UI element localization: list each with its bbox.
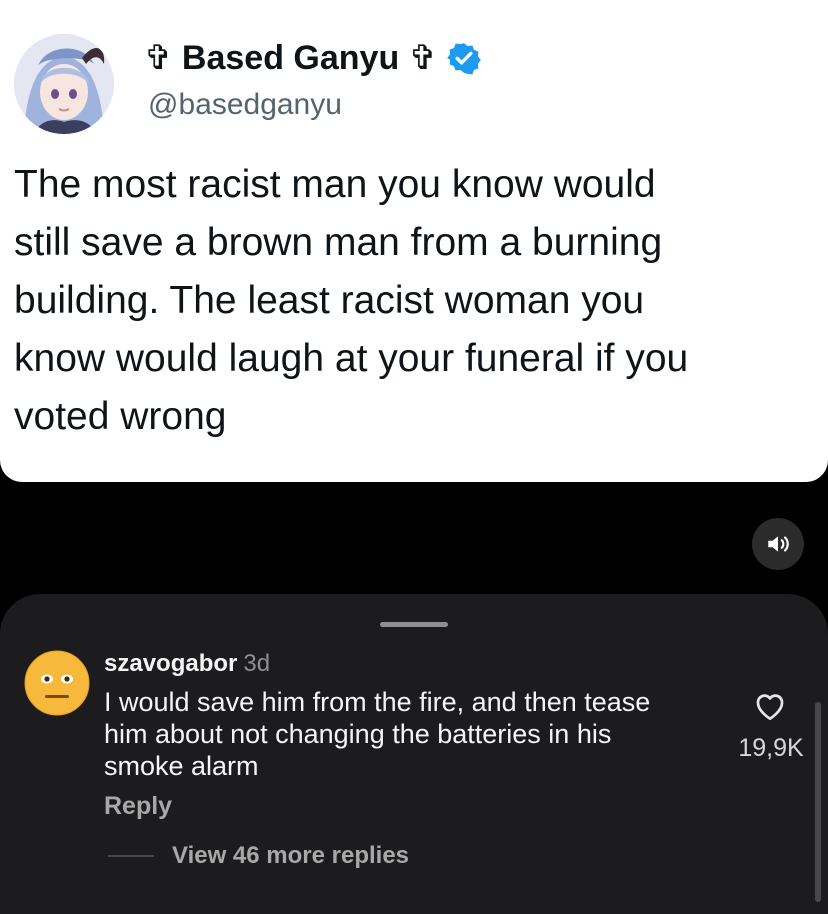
replies-divider xyxy=(108,855,154,857)
comment-text: I would save him from the fire, and then… xyxy=(104,687,651,781)
commenter-avatar[interactable] xyxy=(24,650,90,716)
view-replies-button[interactable]: View 46 more replies xyxy=(108,842,409,870)
like-count: 19,9K xyxy=(738,734,804,762)
heart-icon[interactable] xyxy=(752,688,788,724)
sound-toggle-button[interactable] xyxy=(752,518,804,570)
comment-meta: szavogabor 3d xyxy=(104,650,270,678)
comment-timestamp: 3d xyxy=(243,650,271,677)
anime-avatar-image xyxy=(14,34,114,134)
scrollbar[interactable] xyxy=(815,702,821,902)
author-avatar[interactable] xyxy=(14,34,114,134)
speaker-icon xyxy=(768,536,789,552)
reply-button[interactable]: Reply xyxy=(104,792,172,821)
verified-badge-icon xyxy=(447,43,482,75)
tweet-card: ✞ Based Ganyu ✞ @basedganyu The most rac… xyxy=(0,0,828,482)
view-replies-label: View 46 more replies xyxy=(172,842,410,869)
sheet-drag-handle[interactable] xyxy=(380,622,448,627)
comments-sheet: szavogabor 3d I would save him from the f… xyxy=(0,594,828,914)
author-handle[interactable]: @basedganyu xyxy=(148,88,342,122)
display-name-text: ✞ Based Ganyu ✞ xyxy=(144,39,438,77)
comment-username[interactable]: szavogabor xyxy=(104,650,237,677)
display-name[interactable]: ✞ Based Ganyu ✞ xyxy=(144,38,482,78)
tweet-text: The most racist man you know would still… xyxy=(14,163,689,438)
